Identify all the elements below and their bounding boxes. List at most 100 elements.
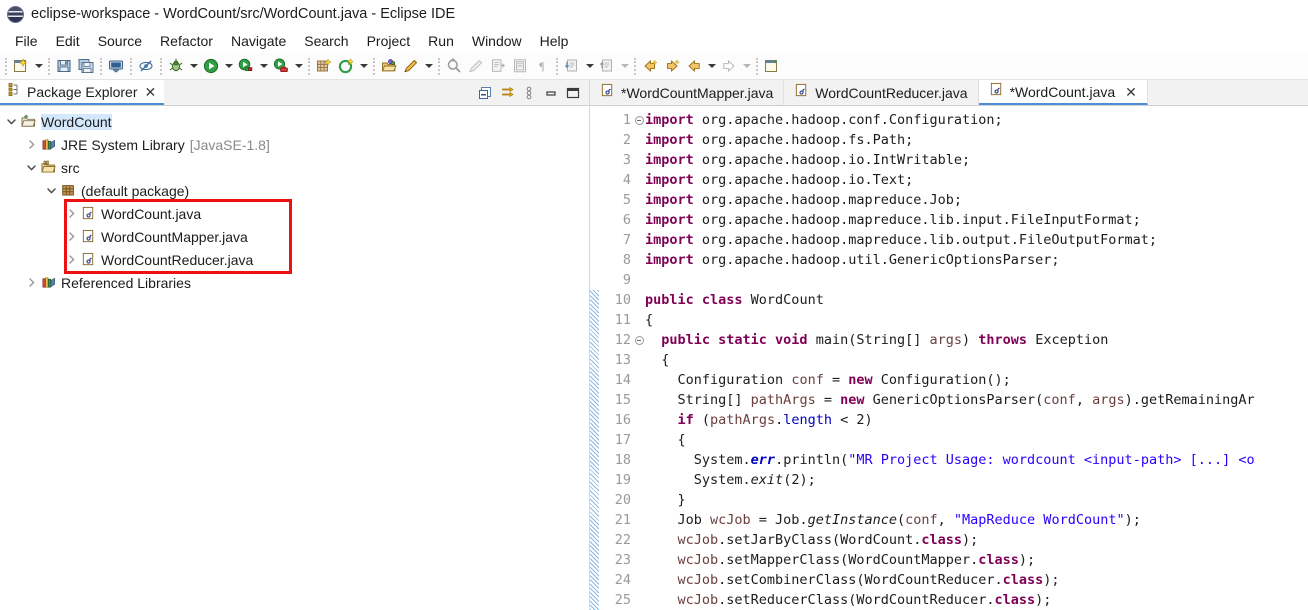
forward-history-icon[interactable] bbox=[661, 56, 683, 77]
java-file-icon bbox=[794, 83, 809, 103]
search-icon[interactable] bbox=[443, 56, 465, 77]
chevron-down-icon[interactable] bbox=[422, 56, 435, 77]
tab-package-explorer[interactable]: Package Explorer ✕ bbox=[0, 80, 165, 105]
last-edit-icon[interactable] bbox=[509, 56, 531, 77]
close-icon[interactable]: ✕ bbox=[1125, 85, 1137, 99]
code-line: System.err.println("MR Project Usage: wo… bbox=[645, 452, 1255, 468]
external-tools-icon[interactable] bbox=[270, 56, 292, 77]
back-history-icon[interactable] bbox=[639, 56, 661, 77]
window-title: eclipse-workspace - WordCount/src/WordCo… bbox=[31, 6, 456, 22]
clear-icon[interactable] bbox=[465, 56, 487, 77]
run-coverage-icon[interactable] bbox=[235, 56, 257, 77]
previous-edit-position-icon[interactable] bbox=[596, 56, 618, 77]
chevron-right-icon[interactable] bbox=[64, 231, 79, 242]
editor-tab-wordcountmapper-java[interactable]: *WordCountMapper.java bbox=[590, 80, 785, 105]
chevron-down-icon[interactable] bbox=[292, 56, 305, 77]
chevron-right-icon[interactable] bbox=[64, 254, 79, 265]
main-toolbar: ¶ bbox=[0, 53, 1308, 80]
chevron-down-icon[interactable] bbox=[32, 56, 45, 77]
java-file-icon bbox=[600, 83, 615, 103]
line-number: 3 bbox=[622, 152, 631, 168]
code-viewport[interactable]: 1 2 3 4 5 6 7 8 9 10 11 12 13 14 15 16 17 18 19 20 21 22 23 24 2… bbox=[590, 106, 1308, 610]
code-line: public class WordCount bbox=[645, 292, 824, 308]
chevron-down-icon[interactable] bbox=[583, 56, 596, 77]
menu-edit[interactable]: Edit bbox=[47, 31, 89, 51]
menu-window[interactable]: Window bbox=[463, 31, 531, 51]
line-number: 21 bbox=[614, 512, 631, 528]
chevron-right-icon[interactable] bbox=[24, 139, 39, 150]
quick-fix-icon[interactable] bbox=[400, 56, 422, 77]
debug-icon[interactable] bbox=[165, 56, 187, 77]
maximize-icon[interactable] bbox=[563, 83, 583, 103]
menu-navigate[interactable]: Navigate bbox=[222, 31, 295, 51]
save-all-icon[interactable] bbox=[75, 56, 97, 77]
new-package-icon[interactable] bbox=[335, 56, 357, 77]
java-project-icon bbox=[19, 114, 38, 129]
chevron-right-icon[interactable] bbox=[24, 277, 39, 288]
chevron-down-icon[interactable] bbox=[4, 116, 19, 127]
tree-item-wordcount-java[interactable]: WordCount.java bbox=[0, 202, 589, 225]
folding-gutter[interactable] bbox=[633, 106, 645, 610]
eclipse-logo-icon bbox=[7, 5, 24, 23]
toggle-mark-occurrences-icon[interactable] bbox=[135, 56, 157, 77]
tree-item-wordcountmapper-java[interactable]: WordCountMapper.java bbox=[0, 225, 589, 248]
java-file-icon bbox=[989, 82, 1004, 102]
tree-item-jre-system-library[interactable]: JRE System Library [JavaSE-1.8] bbox=[0, 133, 589, 156]
chevron-down-icon[interactable] bbox=[222, 56, 235, 77]
editor-tab-label: *WordCountMapper.java bbox=[621, 84, 774, 101]
code-line: import org.apache.hadoop.mapreduce.Job; bbox=[645, 192, 962, 208]
fold-collapse-icon[interactable] bbox=[633, 330, 645, 350]
new-wizard-icon[interactable] bbox=[10, 56, 32, 77]
tree-item-suffix: [JavaSE-1.8] bbox=[189, 136, 270, 153]
chevron-down-icon[interactable] bbox=[24, 162, 39, 173]
code-line: if (pathArgs.length < 2) bbox=[677, 412, 873, 428]
tree-item-referenced-libraries[interactable]: Referenced Libraries bbox=[0, 271, 589, 294]
new-java-project-icon[interactable] bbox=[313, 56, 335, 77]
menu-refactor[interactable]: Refactor bbox=[151, 31, 222, 51]
view-menu-icon[interactable] bbox=[519, 83, 539, 103]
chevron-right-icon[interactable] bbox=[64, 208, 79, 219]
link-with-editor-icon[interactable] bbox=[497, 83, 517, 103]
chevron-down-icon[interactable] bbox=[257, 56, 270, 77]
open-type-icon[interactable] bbox=[378, 56, 400, 77]
menu-source[interactable]: Source bbox=[89, 31, 151, 51]
next-edit-position-icon[interactable] bbox=[561, 56, 583, 77]
menu-project[interactable]: Project bbox=[358, 31, 420, 51]
menu-help[interactable]: Help bbox=[531, 31, 578, 51]
editor-tab-wordcount-java[interactable]: *WordCount.java ✕ bbox=[978, 80, 1148, 105]
tree-item-wordcount[interactable]: WordCount bbox=[0, 110, 589, 133]
minimize-icon[interactable] bbox=[541, 83, 561, 103]
run-icon[interactable] bbox=[200, 56, 222, 77]
open-perspective-icon[interactable] bbox=[761, 56, 783, 77]
chevron-down-icon[interactable] bbox=[705, 56, 718, 77]
show-whitespace-icon[interactable]: ¶ bbox=[531, 56, 553, 77]
back-arrow-icon[interactable] bbox=[683, 56, 705, 77]
chevron-down-icon[interactable] bbox=[740, 56, 753, 77]
save-icon[interactable] bbox=[53, 56, 75, 77]
source-code-text[interactable]: import org.apache.hadoop.conf.Configurat… bbox=[645, 106, 1308, 610]
chevron-down-icon[interactable] bbox=[187, 56, 200, 77]
chevron-down-icon[interactable] bbox=[44, 185, 59, 196]
toolbar-separator bbox=[48, 57, 50, 75]
next-annotation-icon[interactable] bbox=[487, 56, 509, 77]
print-icon[interactable] bbox=[105, 56, 127, 77]
tree-item-label: Referenced Libraries bbox=[61, 274, 191, 291]
chevron-down-icon[interactable] bbox=[618, 56, 631, 77]
tree-item-wordcountreducer-java[interactable]: WordCountReducer.java bbox=[0, 248, 589, 271]
tree-item-default-package[interactable]: (default package) bbox=[0, 179, 589, 202]
forward-arrow-icon[interactable] bbox=[718, 56, 740, 77]
menu-run[interactable]: Run bbox=[419, 31, 463, 51]
svg-text:¶: ¶ bbox=[539, 59, 545, 73]
tree-item-src[interactable]: src bbox=[0, 156, 589, 179]
editor-tab-wordcountreducer-java[interactable]: WordCountReducer.java bbox=[784, 80, 979, 105]
menu-file[interactable]: File bbox=[6, 31, 47, 51]
menu-search[interactable]: Search bbox=[295, 31, 357, 51]
fold-collapse-icon[interactable] bbox=[633, 110, 645, 130]
package-icon bbox=[59, 183, 78, 198]
chevron-down-icon[interactable] bbox=[357, 56, 370, 77]
close-icon[interactable]: ✕ bbox=[143, 85, 159, 99]
collapse-all-icon[interactable] bbox=[475, 83, 495, 103]
